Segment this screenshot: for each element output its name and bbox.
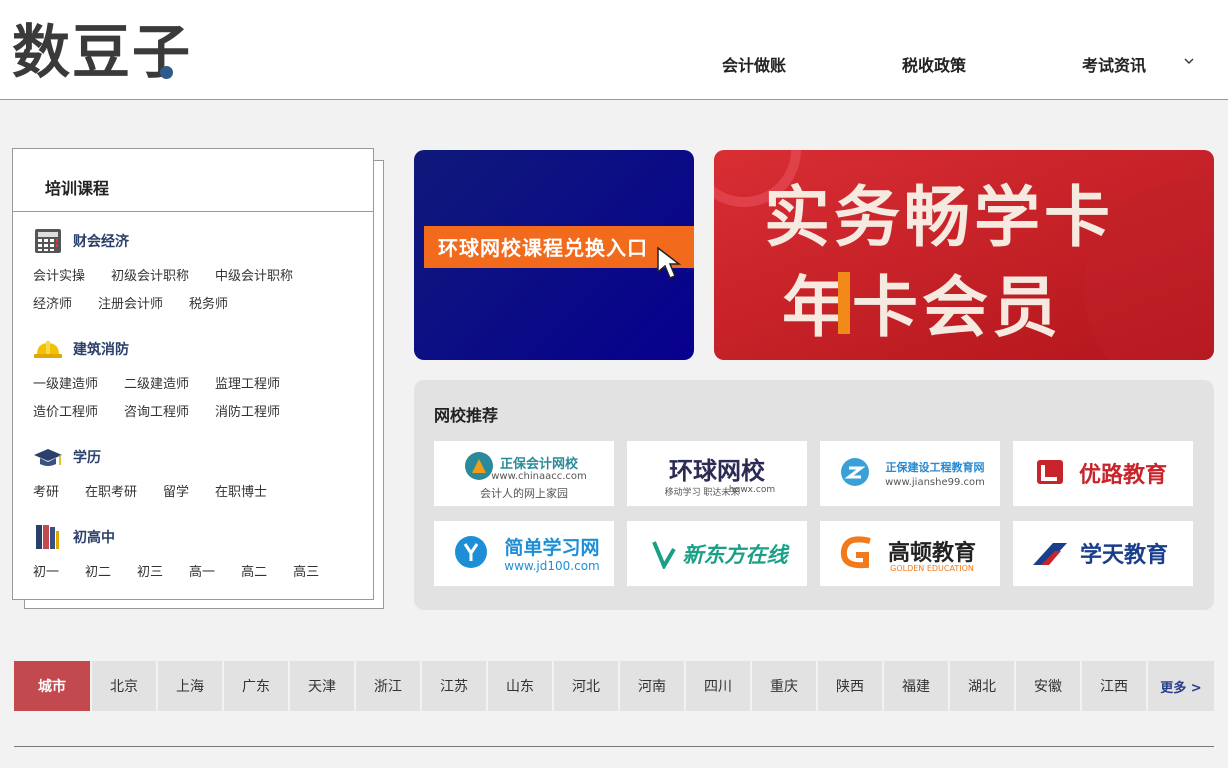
course-link[interactable]: 经济师 [33, 291, 72, 319]
category-finance: 财会经济 会计实操 初级会计职称 中级会计职称经济师 注册会计师 税务师 [33, 227, 363, 319]
school-tile-youlu[interactable]: 优路教育 [1013, 441, 1193, 506]
city-item[interactable]: 江西 [1082, 661, 1146, 711]
city-item[interactable]: 浙江 [356, 661, 420, 711]
course-link[interactable]: 初级会计职称 [111, 263, 189, 291]
banner-text: 环球网校课程兑换入口 [438, 236, 648, 260]
jianshe99-logo-icon [841, 458, 869, 486]
nav-item-tax-policy[interactable]: 税收政策 [902, 52, 966, 76]
category-name[interactable]: 财会经济 [73, 231, 129, 251]
tile-slogan: 会计人的网上家园 [480, 487, 568, 500]
city-item[interactable]: 广东 [224, 661, 288, 711]
school-recommend-section: 网校推荐 正保会计网校 www.chinaacc.com 会计人的网上家园 环球… [414, 380, 1214, 610]
nav-item-exam-news[interactable]: 考试资讯 [1082, 52, 1146, 76]
city-label[interactable]: 城市 [14, 661, 90, 711]
books-icon [36, 525, 59, 549]
jd100-logo-icon [455, 536, 487, 568]
course-link[interactable]: 初二 [85, 559, 111, 587]
banner-headline-1: 实务畅学卡 [764, 179, 1114, 256]
tile-name: 高顿教育 [887, 541, 976, 566]
tile-url: hqwx.com [728, 485, 776, 495]
cursor-icon [657, 246, 682, 279]
course-exchange-banner[interactable]: 环球网校课程兑换入口 [414, 150, 694, 360]
course-link[interactable]: 在职博士 [215, 479, 267, 507]
course-link[interactable]: 考研 [33, 479, 59, 507]
nav-item-accounting[interactable]: 会计做账 [722, 52, 786, 76]
tile-english-name: GOLDEN EDUCATION [890, 564, 974, 573]
school-tile-gaodun[interactable]: 高顿教育 GOLDEN EDUCATION [820, 521, 1000, 586]
city-item[interactable]: 河北 [554, 661, 618, 711]
city-item[interactable]: 陕西 [818, 661, 882, 711]
tile-url: www.jd100.com [504, 559, 600, 573]
course-link[interactable]: 初一 [33, 559, 59, 587]
school-tile-jd100[interactable]: 简单学习网 www.jd100.com [434, 521, 614, 586]
city-item[interactable]: 江苏 [422, 661, 486, 711]
tile-name: 学天教育 [1079, 543, 1168, 568]
hardhat-icon [34, 341, 62, 358]
panel-divider [13, 211, 373, 212]
category-highschool: 初高中 初一 初二 初三 高一 高二 高三 [33, 523, 363, 587]
course-link[interactable]: 初三 [137, 559, 163, 587]
city-item[interactable]: 福建 [884, 661, 948, 711]
course-link[interactable]: 会计实操 [33, 263, 85, 291]
tile-name: 正保建设工程教育网 [885, 461, 985, 474]
chevron-down-icon[interactable] [1182, 54, 1196, 68]
course-link[interactable]: 监理工程师 [215, 371, 280, 399]
logo-dot [160, 66, 173, 79]
tile-name: 环球网校 [669, 457, 765, 485]
course-link[interactable]: 高二 [241, 559, 267, 587]
category-name[interactable]: 学历 [73, 447, 101, 467]
site-header: 数豆子 会计做账 税收政策 考试资讯 [0, 0, 1228, 100]
banner-accent [838, 272, 850, 334]
panel-title: 培训课程 [45, 179, 110, 198]
course-link[interactable]: 一级建造师 [33, 371, 98, 399]
tile-name: 新东方在线 [682, 543, 788, 567]
school-tile-chinaacc[interactable]: 正保会计网校 www.chinaacc.com 会计人的网上家园 [434, 441, 614, 506]
course-link[interactable]: 税务师 [189, 291, 228, 319]
school-tile-xuetian[interactable]: 学天教育 [1013, 521, 1193, 586]
footer-divider [14, 746, 1214, 747]
banner-headline-2: 年卡会员 [782, 269, 1062, 346]
city-item[interactable]: 四川 [686, 661, 750, 711]
course-link[interactable]: 注册会计师 [98, 291, 163, 319]
category-name[interactable]: 初高中 [73, 527, 115, 547]
course-link[interactable]: 高一 [189, 559, 215, 587]
tile-name: 优路教育 [1078, 463, 1167, 488]
course-link[interactable]: 咨询工程师 [124, 399, 189, 427]
school-tile-jianshe99[interactable]: 正保建设工程教育网 www.jianshe99.com [820, 441, 1000, 506]
course-link[interactable]: 在职考研 [85, 479, 137, 507]
category-construction: 建筑消防 一级建造师 二级建造师 监理工程师造价工程师 咨询工程师 消防工程师 [33, 335, 363, 427]
course-link[interactable]: 高三 [293, 559, 319, 587]
city-item[interactable]: 山东 [488, 661, 552, 711]
city-item[interactable]: 湖北 [950, 661, 1014, 711]
course-link[interactable]: 留学 [163, 479, 189, 507]
tile-name: 正保会计网校 [499, 457, 578, 472]
city-item[interactable]: 重庆 [752, 661, 816, 711]
membership-card-banner[interactable]: 实务畅学卡 年卡会员 [714, 150, 1214, 360]
city-item[interactable]: 天津 [290, 661, 354, 711]
course-link[interactable]: 中级会计职称 [215, 263, 293, 291]
graduation-cap-icon [34, 449, 62, 466]
category-name[interactable]: 建筑消防 [73, 339, 129, 359]
course-link[interactable]: 造价工程师 [33, 399, 98, 427]
tile-url: www.chinaacc.com [491, 471, 587, 482]
tile-url: www.jianshe99.com [885, 477, 985, 488]
course-panel: 培训课程 财会经济 会计实操 初级会计职称 中级会计职称经济师 注册会计师 税务师 [12, 148, 374, 600]
course-link[interactable]: 消防工程师 [215, 399, 280, 427]
course-link[interactable]: 二级建造师 [124, 371, 189, 399]
city-item[interactable]: 上海 [158, 661, 222, 711]
school-tile-koolearn[interactable]: 新东方在线 [627, 521, 807, 586]
tile-name: 简单学习网 [504, 537, 600, 559]
more-cities-link[interactable]: 更多 > [1148, 661, 1214, 711]
city-item[interactable]: 安徽 [1016, 661, 1080, 711]
section-title: 网校推荐 [434, 406, 499, 425]
category-education: 学历 考研 在职考研 留学 在职博士 [33, 443, 363, 507]
city-item[interactable]: 河南 [620, 661, 684, 711]
city-item[interactable]: 北京 [92, 661, 156, 711]
school-tile-hqwx[interactable]: 环球网校 移动学习 职达未来 hqwx.com [627, 441, 807, 506]
calculator-icon [35, 229, 61, 253]
